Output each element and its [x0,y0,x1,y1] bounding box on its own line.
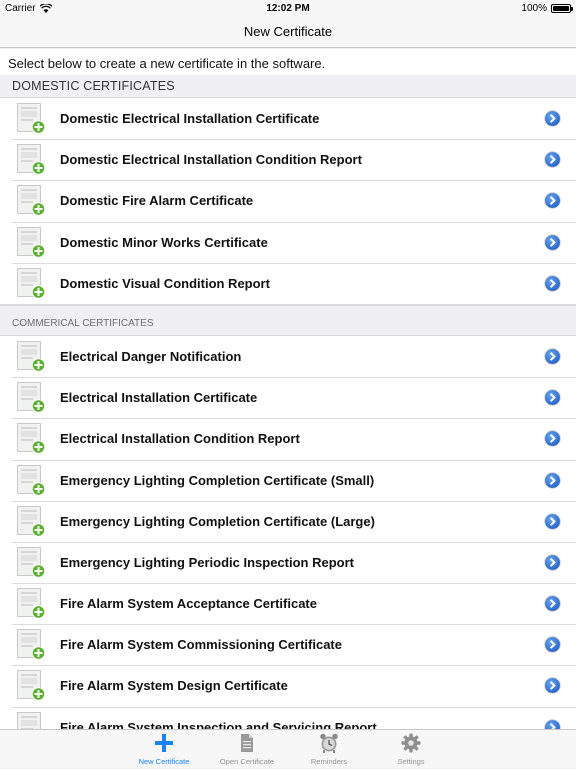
certificate-title: Electrical Installation Condition Report [60,431,300,447]
certificate-list-item[interactable]: Emergency Lighting Periodic Inspection R… [0,541,576,583]
disclosure-chevron-icon[interactable] [544,275,561,292]
document-add-icon [17,103,45,134]
certificate-title: Electrical Danger Notification [60,348,242,364]
certificate-title: Fire Alarm System Acceptance Certificate [60,596,317,612]
tab-label: Reminders [310,757,348,766]
tab-reminders[interactable]: Reminders [289,730,369,769]
certificate-title: Domestic Fire Alarm Certificate [60,193,254,209]
disclosure-chevron-icon[interactable] [544,718,561,729]
tab-bar: New Certificate Open Certificate Reminde… [0,729,576,768]
disclosure-chevron-icon[interactable] [544,677,561,695]
tab-open-certificate[interactable]: Open Certificate [207,730,287,769]
certificate-list-item[interactable]: Domestic Fire Alarm Certificate [0,180,576,221]
document-add-icon [17,423,45,455]
certificate-list-item[interactable]: Emergency Lighting Completion Certificat… [0,500,576,542]
certificate-list-view[interactable]: Select below to create a new certificate… [0,49,576,729]
document-add-icon [17,464,45,496]
domestic-certificate-list: Domestic Electrical Installation Certifi… [0,97,576,305]
disclosure-chevron-icon[interactable] [544,471,561,489]
disclosure-chevron-icon[interactable] [544,430,561,448]
section-header-commercial: COMMERICAL CERTIFICATES [0,304,576,335]
document-add-icon [17,226,45,258]
commercial-certificate-list: Electrical Danger Notification Electrica… [0,334,576,729]
document-add-icon [17,546,45,578]
certificate-list-item[interactable]: Electrical Installation Certificate [0,377,576,418]
document-add-icon [17,588,45,619]
battery-icon [551,4,573,13]
disclosure-chevron-icon[interactable] [544,554,561,571]
tab-settings[interactable]: Settings [371,730,451,769]
document-icon [241,734,253,752]
certificate-list-item[interactable]: Domestic Minor Works Certificate [0,221,576,263]
disclosure-chevron-icon[interactable] [544,595,561,612]
status-time: 12:02 PM [266,3,310,14]
alarm-clock-icon [320,733,338,753]
certificate-title: Domestic Minor Works Certificate [60,234,268,250]
certificate-list-item[interactable]: Fire Alarm System Inspection and Servici… [0,706,576,729]
certificate-list-item[interactable]: Domestic Electrical Installation Certifi… [0,98,576,139]
intro-text: Select below to create a new certificate… [0,49,576,75]
document-add-icon [17,711,41,729]
certificate-list-item[interactable]: Fire Alarm System Acceptance Certificate [0,583,576,624]
certificate-list-item[interactable]: Fire Alarm System Design Certificate [0,665,576,706]
tab-label: New Certificate [138,757,190,766]
tab-new-certificate[interactable]: New Certificate [124,730,204,769]
certificate-list-item[interactable]: Electrical Danger Notification [0,336,576,377]
certificate-title: Emergency Lighting Completion Certificat… [60,513,375,529]
document-add-icon [17,382,45,413]
disclosure-chevron-icon[interactable] [544,512,561,530]
document-add-icon [17,144,45,175]
certificate-title: Fire Alarm System Inspection and Servici… [60,719,377,729]
battery-percent: 100% [521,3,547,14]
certificate-title: Domestic Electrical Installation Conditi… [60,152,362,168]
disclosure-chevron-icon[interactable] [544,110,561,127]
certificate-title: Fire Alarm System Design Certificate [60,678,288,694]
disclosure-chevron-icon[interactable] [544,389,561,406]
certificate-title: Fire Alarm System Commissioning Certific… [60,637,342,653]
disclosure-chevron-icon[interactable] [544,348,561,365]
disclosure-chevron-icon[interactable] [544,192,561,210]
document-add-icon [17,629,45,661]
certificate-title: Emergency Lighting Periodic Inspection R… [60,554,354,570]
certificate-list-item[interactable]: Fire Alarm System Commissioning Certific… [0,624,576,665]
disclosure-chevron-icon[interactable] [544,151,561,168]
certificate-list-item[interactable]: Emergency Lighting Completion Certificat… [0,459,576,501]
tab-label: Settings [397,757,425,766]
certificate-title: Domestic Electrical Installation Certifi… [60,111,320,126]
gear-icon [401,733,421,753]
battery-indicator: 100% [521,3,573,14]
disclosure-chevron-icon[interactable] [544,233,561,251]
disclosure-chevron-icon[interactable] [544,636,561,653]
document-add-icon [17,670,45,702]
document-add-icon [17,340,45,372]
document-add-icon [17,505,45,537]
navigation-bar: New Certificate [0,18,576,48]
document-add-icon [17,185,45,217]
certificate-list-item[interactable]: Domestic Electrical Installation Conditi… [0,139,576,180]
page-title: New Certificate [243,24,333,39]
certificate-title: Domestic Visual Condition Report [60,275,270,291]
document-add-icon [17,267,45,299]
certificate-list-item[interactable]: Domestic Visual Condition Report [0,262,576,304]
tab-label: Open Certificate [219,757,275,766]
certificate-title: Emergency Lighting Completion Certificat… [60,472,375,488]
certificate-list-item[interactable]: Electrical Installation Condition Report [0,418,576,459]
plus-icon [155,734,173,752]
section-header-domestic: DOMESTIC CERTIFICATES [0,75,576,97]
certificate-title: Electrical Installation Certificate [60,390,258,406]
status-bar: Carrier 12:02 PM 100% [0,0,576,18]
